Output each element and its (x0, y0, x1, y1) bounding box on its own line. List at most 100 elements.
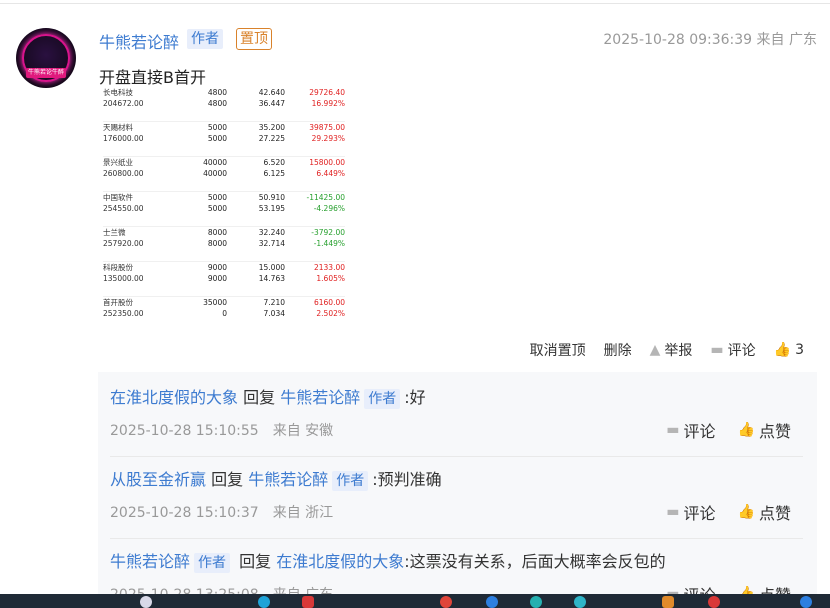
reply-meta: 2025-10-28 15:10:37 来自 浙江 (110, 502, 333, 522)
app-icon[interactable] (530, 596, 542, 608)
reply-user[interactable]: 在淮北度假的大象 (110, 388, 238, 407)
reply-time: 2025-10-28 15:10:37 (110, 505, 259, 521)
reply-meta: 2025-10-28 15:10:55 来自 安徽 (110, 420, 333, 440)
stock-available: 40000 (203, 169, 227, 178)
app-icon[interactable] (258, 596, 270, 608)
author-name[interactable]: 牛熊若论醉 (99, 29, 179, 53)
stock-total: 176000.00 (103, 134, 144, 143)
reply-item: 从股至金祈赢 回复 牛熊若论醉 作者:预判准确 2025-10-28 15:10:… (110, 466, 803, 539)
stock-row: 科段股份 9000 15.000 2133.00 (103, 261, 345, 273)
thumbs-up-icon: 👍 (737, 422, 755, 438)
unpin-button[interactable]: 取消置顶 (530, 340, 586, 360)
app-icon[interactable] (440, 596, 452, 608)
stock-row-gap (103, 109, 345, 122)
stock-name: 长电科技 (103, 88, 133, 97)
stock-pnl: 6160.00 (285, 296, 345, 308)
stock-pnl: -11425.00 (285, 191, 345, 203)
stock-pnl-ratio: -1.449% (313, 239, 345, 248)
stock-price: 6.520 (227, 156, 285, 168)
reply-target[interactable]: 在淮北度假的大象 (276, 552, 404, 571)
reply-comment-button[interactable]: ▬评论 (666, 418, 715, 442)
stock-row: 254550.00 5000 53.195 -4.296% (103, 203, 345, 214)
stock-pnl-ratio: -4.296% (313, 204, 345, 213)
app-icon[interactable] (574, 596, 586, 608)
avatar-label: 牛熊若论牛醉 (26, 68, 66, 78)
stock-pnl: 15800.00 (285, 156, 345, 168)
stock-total: 252350.00 (103, 309, 144, 318)
reply-item: 牛熊若论醉作者 回复 在淮北度假的大象:这票没有关系，后面大概率会反包的 202… (110, 548, 803, 605)
stock-amount: 9000 (195, 261, 227, 273)
app-icon[interactable] (662, 596, 674, 608)
stock-total: 257920.00 (103, 239, 144, 248)
comment-button[interactable]: ▬ 评论 (710, 340, 755, 360)
app-icon[interactable] (708, 596, 720, 608)
stock-cost: 14.763 (258, 274, 285, 283)
stock-pnl: -3792.00 (285, 226, 345, 238)
thumbs-up-icon: 👍 (737, 504, 755, 520)
stock-pnl: 2133.00 (285, 261, 345, 273)
stock-cost: 53.195 (258, 204, 285, 213)
stock-holdings-image[interactable]: 长电科技 4800 42.640 29726.40 204672.00 4800 36.44… (103, 87, 345, 319)
stock-price: 42.640 (258, 88, 285, 97)
stock-row: 士兰微 8000 32.240 -3792.00 (103, 226, 345, 238)
reply-item: 在淮北度假的大象 回复 牛熊若论醉 作者:好 2025-10-28 15:10:5… (110, 384, 803, 457)
stock-row: 景兴纸业 40000 6.520 15800.00 (103, 156, 345, 168)
stock-row: 首开股份 35000 7.210 6160.00 (103, 296, 345, 308)
stock-row: 257920.00 8000 32.714 -1.449% (103, 238, 345, 249)
stock-available: 4800 (207, 99, 227, 108)
reply-word: 回复 (239, 552, 272, 571)
reply-word: 回复 (211, 470, 244, 489)
thumbs-up-icon: 👍 (773, 342, 792, 358)
stock-row-gap (103, 249, 345, 262)
stock-row: 252350.00 0 7.034 2.502% (103, 308, 345, 319)
reply-target[interactable]: 牛熊若论醉 (248, 470, 328, 489)
stock-price: 35.200 (227, 121, 285, 133)
reply-like-button[interactable]: 👍点赞 (738, 500, 791, 524)
stock-row: 中国软件 5000 50.910 -11425.00 (103, 191, 345, 203)
stock-amount: 5000 (195, 191, 227, 203)
app-icon[interactable] (302, 596, 314, 608)
stock-row: 204672.00 4800 36.447 16.992% (103, 98, 345, 109)
reply-location: 来自 安徽 (272, 423, 334, 439)
pinned-badge: 置顶 (236, 28, 272, 50)
reply-target[interactable]: 牛熊若论醉 (280, 388, 360, 407)
reply-word: 回复 (243, 388, 276, 407)
stock-price: 32.240 (227, 226, 285, 238)
stock-price: 7.210 (227, 296, 285, 308)
stock-available: 5000 (207, 134, 227, 143)
stock-name: 科段股份 (103, 261, 195, 273)
os-taskbar (0, 594, 830, 608)
reply-text: 好 (409, 388, 426, 407)
author-badge: 作者 (364, 389, 401, 409)
post-timestamp: 2025-10-28 09:36:39 (603, 32, 753, 48)
app-icon[interactable] (486, 596, 498, 608)
app-icon[interactable] (800, 596, 812, 608)
stock-available: 0 (222, 309, 227, 318)
stock-pnl-ratio: 29.293% (311, 134, 345, 143)
post-text: 开盘直接B首开 (99, 68, 206, 87)
like-button[interactable]: 👍 3 (774, 342, 804, 358)
author-avatar[interactable]: 牛熊若论牛醉 (16, 28, 76, 88)
stock-row: 长电科技 4800 42.640 29726.40 (103, 87, 345, 98)
reply-user[interactable]: 从股至金祈赢 (110, 470, 206, 489)
reply-time: 2025-10-28 15:10:55 (110, 423, 259, 439)
reply-list: 在淮北度假的大象 回复 牛熊若论醉 作者:好 2025-10-28 15:10:5… (98, 372, 817, 608)
stock-amount: 35000 (195, 296, 227, 308)
stock-row: 天赐材料 5000 35.200 39875.00 (103, 121, 345, 133)
stock-total: 254550.00 (103, 204, 144, 213)
delete-button[interactable]: 删除 (604, 340, 632, 360)
report-button[interactable]: ▲ 举报 (650, 340, 693, 360)
reply-comment-button[interactable]: ▬评论 (666, 500, 715, 524)
stock-row-gap (103, 144, 345, 157)
reply-like-button[interactable]: 👍点赞 (738, 418, 791, 442)
stock-cost: 32.714 (258, 239, 285, 248)
reply-user[interactable]: 牛熊若论醉 (110, 552, 190, 571)
stock-pnl: 29726.40 (309, 88, 345, 97)
stock-name: 天赐材料 (103, 121, 195, 133)
comment-icon: ▬ (710, 342, 724, 358)
stock-total: 260800.00 (103, 169, 144, 178)
app-icon[interactable] (140, 596, 152, 608)
stock-name: 士兰微 (103, 226, 195, 238)
stock-pnl: 39875.00 (285, 121, 345, 133)
stock-available: 5000 (207, 204, 227, 213)
